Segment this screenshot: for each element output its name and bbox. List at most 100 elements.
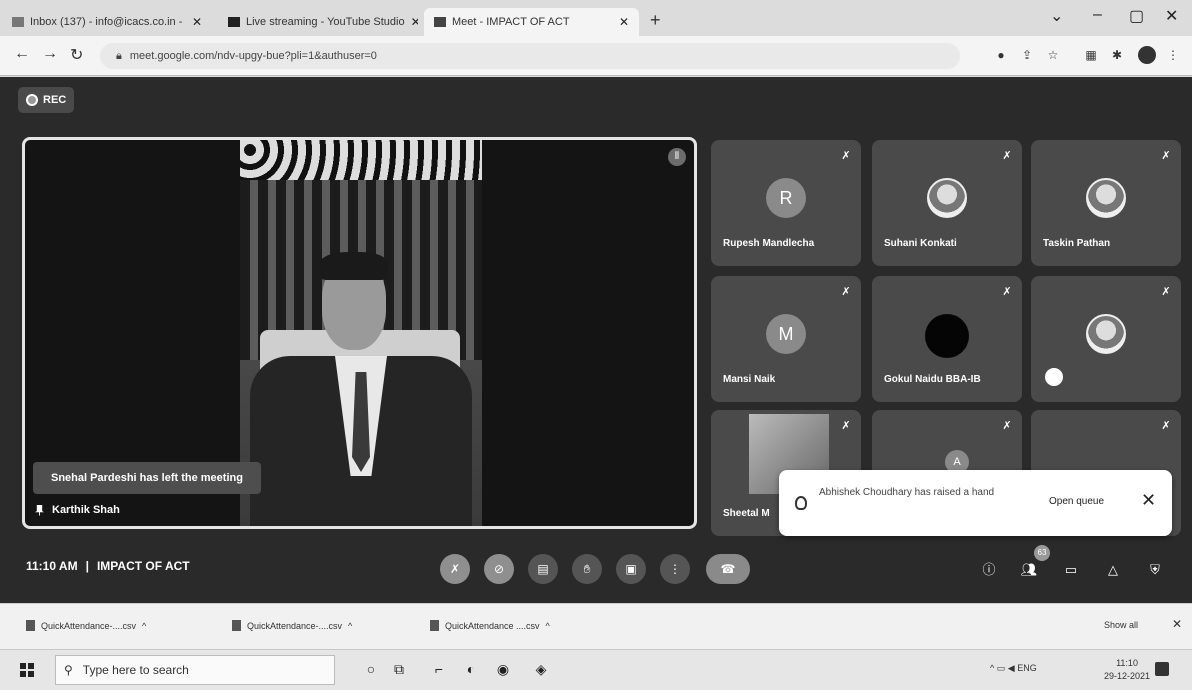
network-icon[interactable]: ▭ — [997, 663, 1006, 673]
mic-off-icon: ✗ — [841, 286, 851, 298]
left-meeting-notification: Snehal Pardeshi has left the meeting — [33, 462, 261, 494]
reload-icon[interactable]: ↻ — [70, 45, 83, 65]
participant-tile[interactable]: ✗ M Mansi Naik — [711, 276, 861, 402]
puzzle-icon[interactable]: ✱ — [1110, 48, 1124, 62]
download-item[interactable]: QuickAttendance ....csv ^ — [430, 620, 550, 631]
windows-taskbar: ⚲ Type here to search ○ ⧉ ⌐ ◐ ◉ ◈ ^ ▭ ◀ … — [0, 649, 1192, 690]
clock[interactable]: 11:10 29-12-2021 — [1104, 657, 1150, 683]
share-icon[interactable]: ⇪ — [1020, 48, 1034, 62]
url-field[interactable]: 🔒︎ meet.google.com/ndv-upgy-bue?pli=1&au… — [100, 43, 960, 69]
close-icon[interactable]: ✕ — [1141, 490, 1156, 511]
cortana-icon[interactable]: ○ — [362, 660, 380, 678]
task-view-icon[interactable]: ⧉ — [390, 660, 408, 678]
raised-hand-icon — [795, 496, 807, 510]
mic-toggle-button[interactable]: ✗ — [440, 554, 470, 584]
avatar — [1086, 178, 1126, 218]
taskbar-search[interactable]: ⚲ Type here to search — [55, 655, 335, 685]
file-icon — [430, 620, 439, 631]
participant-tile[interactable]: ✗ — [1031, 276, 1181, 402]
leave-call-button[interactable]: ☎ — [706, 554, 750, 584]
chevron-up-icon[interactable]: ^ — [990, 663, 994, 673]
raised-hand-message: Abhishek Choudhary has raised a hand — [819, 487, 995, 498]
camera-indicator-icon[interactable]: ● — [994, 48, 1008, 62]
mic-off-icon: ✗ — [1002, 286, 1012, 298]
show-all-button[interactable]: Show all — [1104, 620, 1138, 630]
raise-hand-button[interactable]: ✋︎ — [572, 554, 602, 584]
recording-indicator[interactable]: REC — [18, 87, 75, 113]
edge-icon[interactable]: ◐ — [462, 660, 480, 678]
info-icon[interactable]: ⓘ — [980, 561, 998, 579]
more-options-button[interactable]: ⋮ — [660, 554, 690, 584]
search-placeholder: Type here to search — [82, 663, 189, 677]
tab-meet[interactable]: Meet - IMPACT OF ACT ✕ — [424, 8, 639, 36]
open-queue-button[interactable]: Open queue — [1049, 496, 1104, 507]
close-tab-icon[interactable]: ✕ — [192, 15, 202, 29]
new-tab-button[interactable]: + — [650, 10, 661, 31]
minimize-icon[interactable]: – — [1093, 6, 1102, 24]
participant-tile[interactable]: ✗ Taskin Pathan — [1031, 140, 1181, 266]
close-icon[interactable]: ✕ — [1172, 617, 1182, 631]
participant-tile[interactable]: ✗ Suhani Konkati — [872, 140, 1022, 266]
mic-off-icon: ✗ — [841, 420, 851, 432]
participant-tile[interactable]: ✗ R Rupesh Mandlecha — [711, 140, 861, 266]
tab-youtube-studio[interactable]: Live streaming - YouTube Studio ✕ — [218, 8, 418, 36]
participant-tile[interactable]: ✗ Gokul Naidu BBA-IB — [872, 276, 1022, 402]
tab-inbox[interactable]: Inbox (137) - info@icacs.co.in - ✕ — [2, 8, 212, 36]
participant-name: Taskin Pathan — [1043, 238, 1111, 249]
avatar: M — [766, 314, 806, 354]
activities-icon[interactable]: △ — [1104, 561, 1122, 579]
chevron-up-icon[interactable]: ^ — [348, 621, 352, 631]
meeting-title: IMPACT OF ACT — [96, 559, 190, 573]
chevron-up-icon[interactable]: ^ — [142, 621, 146, 631]
close-tab-icon[interactable]: ✕ — [411, 15, 418, 29]
clock-time: 11:10 — [1116, 658, 1138, 668]
download-item[interactable]: QuickAttendance-....csv ^ — [26, 620, 146, 631]
youtube-studio-icon — [228, 17, 240, 27]
lock-icon: 🔒︎ — [116, 49, 122, 62]
raised-hand-notification: Abhishek Choudhary has raised a hand Ope… — [779, 470, 1172, 536]
extension-icon[interactable]: ▦ — [1084, 48, 1098, 62]
forward-icon[interactable]: → — [42, 45, 58, 63]
profile-avatar[interactable] — [1138, 46, 1156, 64]
app-icon[interactable]: ◈ — [532, 660, 550, 678]
address-bar: ← → ↻ 🔒︎ meet.google.com/ndv-upgy-bue?pl… — [0, 36, 1192, 76]
windows-start-icon[interactable] — [20, 663, 34, 677]
meet-icon — [434, 17, 446, 27]
app-icon[interactable]: ⌐ — [430, 660, 448, 678]
back-icon[interactable]: ← — [14, 45, 30, 63]
tab-search-icon[interactable]: ⌄ — [1050, 6, 1063, 26]
featured-speaker-tile[interactable]: ⦀ Snehal Pardeshi has left the meeting K… — [22, 137, 697, 529]
close-window-icon[interactable]: ✕ — [1165, 6, 1178, 26]
mic-off-icon: ✗ — [1161, 286, 1171, 298]
download-label: QuickAttendance ....csv — [445, 620, 540, 631]
download-label: QuickAttendance-....csv — [41, 620, 137, 631]
tab-label: Inbox (137) - info@icacs.co.in - — [30, 16, 183, 28]
captions-button[interactable]: ▤ — [528, 554, 558, 584]
language-indicator[interactable]: ENG — [1017, 663, 1037, 673]
close-tab-icon[interactable]: ✕ — [619, 15, 629, 29]
mic-off-icon: ✗ — [1002, 420, 1012, 432]
rec-label: REC — [43, 94, 67, 106]
present-button[interactable]: ▣ — [616, 554, 646, 584]
download-item[interactable]: QuickAttendance-....csv ^ — [232, 620, 352, 631]
mic-off-icon: ✗ — [1161, 150, 1171, 162]
people-icon[interactable]: 👥︎ — [1020, 561, 1038, 579]
chat-icon[interactable]: ▭ — [1062, 561, 1080, 579]
chrome-icon[interactable]: ◉ — [494, 660, 512, 678]
speaker-video — [240, 140, 482, 526]
system-tray: ^ ▭ ◀ ENG — [990, 663, 1037, 674]
camera-toggle-button[interactable]: ⊘ — [484, 554, 514, 584]
menu-kebab-icon[interactable]: ⋮ — [1166, 48, 1180, 62]
clock-date: 29-12-2021 — [1104, 671, 1151, 681]
maximize-icon[interactable]: ▢ — [1129, 6, 1144, 26]
chevron-up-icon[interactable]: ^ — [546, 621, 550, 631]
bookmark-star-icon[interactable]: ☆ — [1046, 48, 1060, 62]
host-controls-icon[interactable]: ⛨ — [1146, 561, 1164, 579]
curtain-valance — [240, 140, 482, 180]
notification-icon[interactable] — [1155, 662, 1169, 676]
participant-name: Suhani Konkati — [884, 238, 957, 249]
gmail-icon — [12, 17, 24, 27]
volume-icon[interactable]: ◀ — [1008, 663, 1015, 673]
downloads-bar: QuickAttendance-....csv ^ QuickAttendanc… — [0, 603, 1192, 649]
record-icon — [26, 94, 38, 106]
